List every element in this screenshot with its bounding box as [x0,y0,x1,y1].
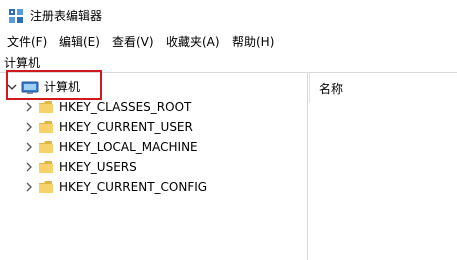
tree-node-hkey-current-user[interactable]: HKEY_CURRENT_USER [0,117,307,137]
tree-node-label: HKEY_USERS [59,160,137,174]
folder-icon [39,161,53,173]
highlight-box [6,70,102,100]
tree-node-hkey-current-config[interactable]: HKEY_CURRENT_CONFIG [0,177,307,197]
chevron-right-icon[interactable] [23,120,35,134]
menu-view[interactable]: 查看(V) [112,33,154,51]
chevron-right-icon[interactable] [23,140,35,154]
tree-node-label: HKEY_CURRENT_CONFIG [59,180,208,194]
tree-node-hkey-users[interactable]: HKEY_USERS [0,157,307,177]
menu-file[interactable]: 文件(F) [7,33,47,51]
menu-favorites[interactable]: 收藏夹(A) [166,33,220,51]
values-pane[interactable]: 名称 [309,73,457,260]
tree-node-label: HKEY_CLASSES_ROOT [59,100,192,114]
window-title: 注册表编辑器 [30,9,103,23]
menu-help[interactable]: 帮助(H) [232,33,274,51]
folder-icon [39,141,53,153]
tree-node-hkey-local-machine[interactable]: HKEY_LOCAL_MACHINE [0,137,307,157]
menu-edit[interactable]: 编辑(E) [59,33,100,51]
tree-node-label: HKEY_CURRENT_USER [59,120,193,134]
registry-editor-icon [9,9,23,23]
menu-bar: 文件(F) 编辑(E) 查看(V) 收藏夹(A) 帮助(H) [0,32,457,52]
tree-node-hkey-classes-root[interactable]: HKEY_CLASSES_ROOT [0,97,307,117]
tree-pane[interactable]: 计算机 HKEY_CLASSES_ROOT HKEY_CURRENT_USER … [0,73,308,260]
folder-icon [39,121,53,133]
address-path[interactable]: 计算机 [4,55,40,71]
column-divider[interactable] [309,73,310,103]
folder-icon [39,101,53,113]
folder-icon [39,181,53,193]
chevron-right-icon[interactable] [23,180,35,194]
chevron-right-icon[interactable] [23,100,35,114]
title-bar: 注册表编辑器 [0,0,457,32]
chevron-right-icon[interactable] [23,160,35,174]
tree-node-label: HKEY_LOCAL_MACHINE [59,140,198,154]
column-header-name[interactable]: 名称 [319,81,343,97]
